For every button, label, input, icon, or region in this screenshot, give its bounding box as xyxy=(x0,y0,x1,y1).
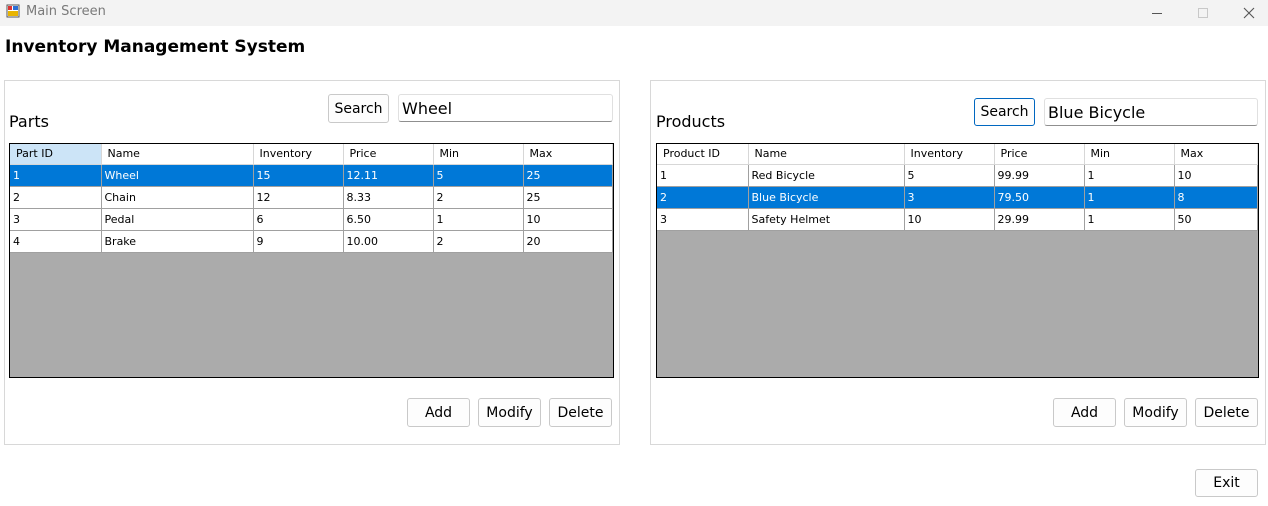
products-modify-button[interactable]: Modify xyxy=(1124,398,1187,427)
cell[interactable]: 3 xyxy=(904,186,995,209)
cell[interactable]: Pedal xyxy=(101,208,254,231)
minimize-icon xyxy=(1152,13,1162,14)
cell[interactable]: 2 xyxy=(657,186,749,209)
parts-col-inventory[interactable]: Inventory xyxy=(253,144,344,165)
cell[interactable]: 10 xyxy=(904,208,995,231)
cell[interactable]: 3 xyxy=(657,208,749,231)
cell[interactable]: 1 xyxy=(657,164,749,187)
parts-table: Part ID Name Inventory Price Min Max 1 W… xyxy=(10,144,613,253)
cell[interactable]: 10.00 xyxy=(343,230,434,253)
cell[interactable]: 6 xyxy=(253,208,344,231)
products-add-button[interactable]: Add xyxy=(1053,398,1116,427)
parts-row[interactable]: 1 Wheel 15 12.11 5 25 xyxy=(10,164,613,187)
cell[interactable]: 25 xyxy=(523,164,613,187)
title-bar: Main Screen xyxy=(0,0,1268,26)
parts-label: Parts xyxy=(9,112,49,131)
cell[interactable]: 2 xyxy=(433,230,524,253)
cell[interactable]: 2 xyxy=(10,186,102,209)
products-search-button[interactable]: Search xyxy=(974,98,1035,126)
cell[interactable]: 4 xyxy=(10,230,102,253)
products-table: Product ID Name Inventory Price Min Max … xyxy=(657,144,1258,231)
parts-col-part-id[interactable]: Part ID xyxy=(10,144,102,165)
page-title: Inventory Management System xyxy=(5,37,306,57)
cell[interactable]: Red Bicycle xyxy=(748,164,905,187)
cell[interactable]: 12.11 xyxy=(343,164,434,187)
cell[interactable]: 1 xyxy=(10,164,102,187)
cell[interactable]: 1 xyxy=(1084,164,1175,187)
products-col-min[interactable]: Min xyxy=(1084,144,1175,165)
parts-col-max[interactable]: Max xyxy=(523,144,613,165)
cell[interactable]: 25 xyxy=(523,186,613,209)
cell[interactable]: 5 xyxy=(433,164,524,187)
cell[interactable]: 50 xyxy=(1174,208,1258,231)
parts-modify-button[interactable]: Modify xyxy=(478,398,541,427)
app-icon xyxy=(6,4,20,18)
parts-search-button[interactable]: Search xyxy=(328,94,389,123)
parts-row[interactable]: 3 Pedal 6 6.50 1 10 xyxy=(10,208,613,231)
products-row[interactable]: 2 Blue Bicycle 3 79.50 1 8 xyxy=(657,186,1258,209)
close-button[interactable] xyxy=(1226,0,1268,26)
cell[interactable]: 8 xyxy=(1174,186,1258,209)
parts-header-row: Part ID Name Inventory Price Min Max xyxy=(10,144,613,165)
parts-col-name[interactable]: Name xyxy=(101,144,254,165)
cell[interactable]: 3 xyxy=(10,208,102,231)
parts-grid[interactable]: Part ID Name Inventory Price Min Max 1 W… xyxy=(9,143,614,378)
products-grid[interactable]: Product ID Name Inventory Price Min Max … xyxy=(656,143,1259,378)
cell[interactable]: 6.50 xyxy=(343,208,434,231)
maximize-button[interactable] xyxy=(1180,0,1226,26)
products-col-name[interactable]: Name xyxy=(748,144,905,165)
exit-button[interactable]: Exit xyxy=(1195,469,1258,497)
cell[interactable]: Brake xyxy=(101,230,254,253)
parts-delete-button[interactable]: Delete xyxy=(549,398,612,427)
products-label: Products xyxy=(656,112,726,131)
cell[interactable]: 5 xyxy=(904,164,995,187)
products-header-row: Product ID Name Inventory Price Min Max xyxy=(657,144,1258,165)
cell[interactable]: 10 xyxy=(1174,164,1258,187)
cell[interactable]: Chain xyxy=(101,186,254,209)
products-col-product-id[interactable]: Product ID xyxy=(657,144,749,165)
cell[interactable]: 79.50 xyxy=(994,186,1085,209)
cell[interactable]: 2 xyxy=(433,186,524,209)
parts-row[interactable]: 2 Chain 12 8.33 2 25 xyxy=(10,186,613,209)
products-delete-button[interactable]: Delete xyxy=(1195,398,1258,427)
parts-col-price[interactable]: Price xyxy=(343,144,434,165)
cell[interactable]: 99.99 xyxy=(994,164,1085,187)
minimize-button[interactable] xyxy=(1134,0,1180,26)
products-search-input[interactable]: Blue Bicycle xyxy=(1044,98,1258,126)
products-row[interactable]: 1 Red Bicycle 5 99.99 1 10 xyxy=(657,164,1258,187)
cell[interactable]: 10 xyxy=(523,208,613,231)
maximize-icon xyxy=(1198,8,1208,18)
products-col-inventory[interactable]: Inventory xyxy=(904,144,995,165)
products-col-max[interactable]: Max xyxy=(1174,144,1258,165)
cell[interactable]: Safety Helmet xyxy=(748,208,905,231)
products-row[interactable]: 3 Safety Helmet 10 29.99 1 50 xyxy=(657,208,1258,231)
cell[interactable]: Blue Bicycle xyxy=(748,186,905,209)
cell[interactable]: 1 xyxy=(1084,208,1175,231)
parts-add-button[interactable]: Add xyxy=(407,398,470,427)
parts-col-min[interactable]: Min xyxy=(433,144,524,165)
cell[interactable]: 1 xyxy=(1084,186,1175,209)
cell[interactable]: 9 xyxy=(253,230,344,253)
cell[interactable]: 15 xyxy=(253,164,344,187)
cell[interactable]: 8.33 xyxy=(343,186,434,209)
cell[interactable]: Wheel xyxy=(101,164,254,187)
cell[interactable]: 20 xyxy=(523,230,613,253)
parts-search-input[interactable]: Wheel xyxy=(398,94,613,122)
cell[interactable]: 1 xyxy=(433,208,524,231)
close-icon xyxy=(1243,7,1255,19)
window-title: Main Screen xyxy=(26,4,106,19)
cell[interactable]: 29.99 xyxy=(994,208,1085,231)
cell[interactable]: 12 xyxy=(253,186,344,209)
parts-row[interactable]: 4 Brake 9 10.00 2 20 xyxy=(10,230,613,253)
products-col-price[interactable]: Price xyxy=(994,144,1085,165)
